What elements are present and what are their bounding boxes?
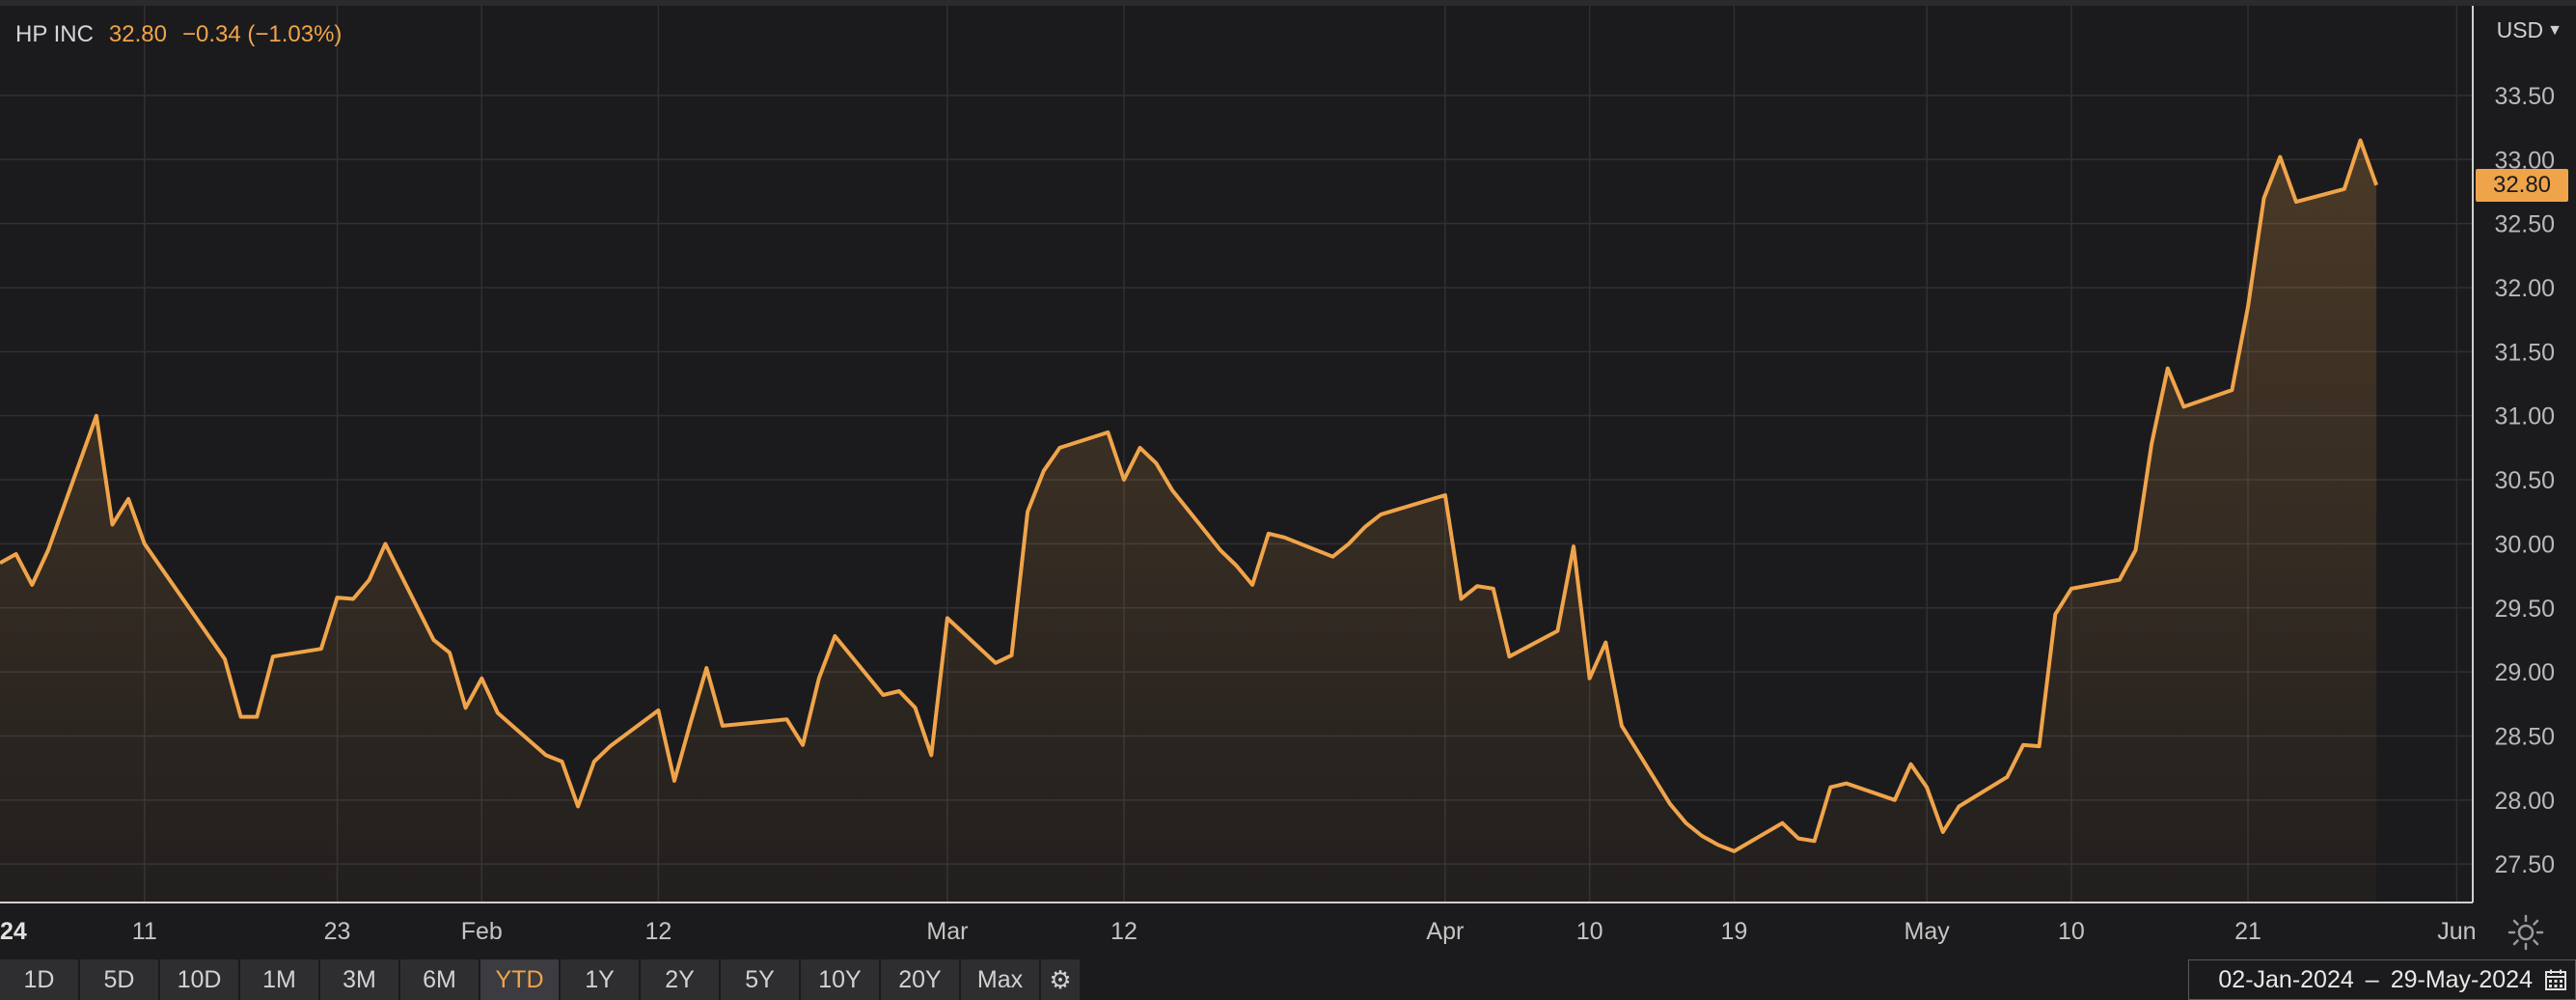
date-range-separator: –	[2365, 965, 2379, 993]
currency-label: USD	[2496, 17, 2544, 42]
chart-header: HP INC 32.80 −0.34 (−1.03%)	[15, 21, 342, 48]
y-tick-label: 29.50	[2494, 596, 2555, 623]
currency-selector[interactable]: USD ▼	[2497, 17, 2562, 43]
y-tick-label: 29.00	[2494, 659, 2555, 686]
range-button-10y[interactable]: 10Y	[801, 959, 879, 1000]
y-tick-label: 31.50	[2494, 339, 2555, 366]
y-tick-label: 33.50	[2494, 83, 2555, 110]
x-tick-label: 24	[0, 918, 27, 945]
y-tick-label: 32.50	[2494, 211, 2555, 238]
range-button-10d[interactable]: 10D	[160, 959, 238, 1000]
y-tick-label: 27.50	[2494, 851, 2555, 878]
range-button-ytd[interactable]: YTD	[480, 959, 559, 1000]
range-selector: 1D 5D 10D 1M 3M 6M YTD 1Y 2Y 5Y 10Y 20Y Max ⚙	[0, 959, 1080, 1000]
range-button-2y[interactable]: 2Y	[641, 959, 719, 1000]
date-range-end: 29-May-2024	[2390, 965, 2533, 993]
last-price-tag: 32.80	[2476, 168, 2568, 202]
x-tick-label: Mar	[926, 918, 968, 945]
x-tick-label: Apr	[1426, 918, 1464, 945]
date-range-start: 02-Jan-2024	[2218, 965, 2354, 993]
chevron-down-icon: ▼	[2547, 21, 2562, 39]
x-tick-label: 11	[132, 918, 157, 945]
x-tick-label: 10	[1576, 918, 1603, 945]
x-tick-label: Feb	[461, 918, 503, 945]
x-axis-labels: 24 11 23 Feb 12 Mar 12 Apr 10 19 May 10 21 Jun	[0, 918, 2477, 945]
range-button-1m[interactable]: 1M	[240, 959, 318, 1000]
range-button-1d[interactable]: 1D	[0, 959, 78, 1000]
range-button-5d[interactable]: 5D	[80, 959, 158, 1000]
y-tick-label: 30.50	[2494, 467, 2555, 494]
x-tick-label: 10	[2058, 918, 2085, 945]
x-tick-label: 23	[324, 918, 351, 945]
gear-icon[interactable]: ⚙	[1041, 959, 1080, 1000]
x-tick-label: 21	[2234, 918, 2261, 945]
range-button-6m[interactable]: 6M	[400, 959, 479, 1000]
calendar-icon[interactable]	[2544, 968, 2567, 991]
x-tick-label: May	[1905, 918, 1951, 945]
y-tick-label: 31.00	[2494, 403, 2555, 431]
y-tick-label: 30.00	[2494, 531, 2555, 558]
y-axis-labels: 27.50 28.00 28.50 29.00 29.50 30.00 30.50 31.00…	[2494, 83, 2555, 878]
y-tick-label: 28.50	[2494, 723, 2555, 750]
range-button-5y[interactable]: 5Y	[721, 959, 799, 1000]
price-change: −0.34 (−1.03%)	[181, 21, 343, 47]
range-button-max[interactable]: Max	[961, 959, 1039, 1000]
range-button-3m[interactable]: 3M	[320, 959, 398, 1000]
sun-icon[interactable]	[2507, 913, 2545, 952]
x-tick-label: 12	[644, 918, 671, 945]
range-button-1y[interactable]: 1Y	[561, 959, 639, 1000]
price-area-fill	[0, 140, 2377, 903]
date-range-picker[interactable]: 02-Jan-2024 – 29-May-2024	[2188, 959, 2576, 1000]
x-tick-label: 19	[1721, 918, 1748, 945]
range-button-20y[interactable]: 20Y	[881, 959, 959, 1000]
x-tick-label: 12	[1110, 918, 1137, 945]
y-tick-label: 32.00	[2494, 275, 2555, 302]
x-tick-label: Jun	[2437, 918, 2476, 945]
last-price: 32.80	[108, 21, 167, 47]
y-tick-label: 28.00	[2494, 788, 2555, 815]
price-chart: 27.50 28.00 28.50 29.00 29.50 30.00 30.50 31.00…	[0, 6, 2555, 945]
instrument-name: HP INC	[15, 21, 94, 47]
